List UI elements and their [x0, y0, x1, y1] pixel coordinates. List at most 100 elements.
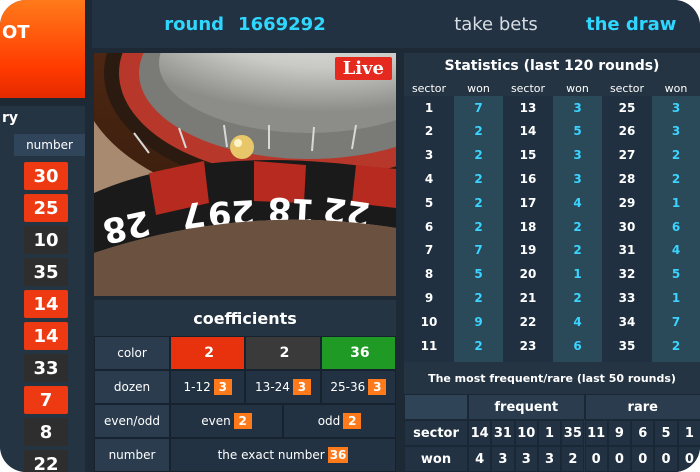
coef-row-label: even/odd — [94, 404, 170, 438]
rare-won: 0 — [654, 446, 678, 472]
statistics-won: 1 — [671, 290, 681, 305]
statistics-won: 9 — [474, 314, 483, 329]
coef-bet-option[interactable]: 25-36 3 — [320, 370, 396, 404]
coef-multiplier-badge: 36 — [350, 345, 370, 361]
statistics-won: 4 — [573, 314, 582, 329]
coef-multiplier-badge: 2 — [279, 345, 290, 361]
rare-header: rare — [584, 394, 700, 420]
coef-multiplier-badge: 2 — [233, 413, 252, 429]
statistics-header: won — [664, 81, 688, 95]
statistics-sector: 2 — [424, 124, 434, 139]
rare-won: 0 — [631, 446, 655, 472]
statistics-won: 3 — [671, 100, 681, 115]
coef-bet-option[interactable]: 2 — [170, 336, 246, 370]
statistics-won: 2 — [671, 338, 681, 353]
statistics-header: sector — [510, 81, 546, 95]
statistics-sector: 22 — [519, 314, 537, 329]
round-number: 1669292 — [238, 13, 326, 35]
coef-bet-option[interactable]: even 2 — [170, 404, 283, 438]
statistics-sector: 20 — [519, 267, 537, 282]
statistics-sector: 16 — [519, 171, 537, 186]
statistics-won: 2 — [474, 171, 483, 186]
statistics-header: sector — [609, 81, 645, 95]
coef-row-label: dozen — [94, 370, 170, 404]
statistics-won: 2 — [573, 219, 582, 234]
history-number: 22 — [24, 450, 68, 472]
statistics-won: 7 — [671, 314, 681, 329]
statistics-sector: 35 — [618, 338, 636, 353]
statistics-sector: 17 — [519, 195, 537, 210]
frequent-won: 4 — [468, 446, 492, 472]
statistics-won: 1 — [671, 195, 681, 210]
statistics-won: 1 — [573, 267, 582, 282]
coef-bet-option[interactable]: 13-24 3 — [245, 370, 321, 404]
history-number: 35 — [24, 258, 68, 286]
coef-bet-option[interactable]: 1-12 3 — [170, 370, 246, 404]
statistics-sector: 33 — [618, 290, 636, 305]
coef-multiplier-badge: 2 — [204, 345, 215, 361]
statistics-sector: 21 — [519, 290, 537, 305]
frequent-won: 2 — [561, 446, 585, 472]
rare-sector: 5 — [654, 420, 678, 446]
statistics-sector: 4 — [424, 171, 434, 186]
history-number-list: 30 25 10 35 14 14 33 7 8 22 — [24, 162, 68, 472]
statistics-won: 2 — [573, 290, 582, 305]
statistics-sector: 9 — [424, 290, 434, 305]
statistics-sector: 11 — [420, 338, 438, 353]
statistics-header: won — [566, 81, 589, 95]
coef-bet-option[interactable]: the exact number 36 — [170, 438, 396, 472]
history-number: 30 — [24, 162, 68, 190]
roulette-wheel-image: 28 7 29 18 22 — [94, 53, 396, 296]
coef-multiplier-badge: 3 — [213, 379, 232, 395]
live-video: 28 7 29 18 22 Live — [94, 53, 396, 296]
statistics-won: 5 — [573, 124, 582, 139]
coef-multiplier-badge: 3 — [368, 379, 387, 395]
statistics-sector: 3 — [424, 148, 434, 163]
statistics-sector: 23 — [519, 338, 537, 353]
statistics-won: 4 — [573, 195, 582, 210]
jackpot-label: OT — [2, 22, 30, 43]
history-panel: ry number 30 25 10 35 14 14 33 7 8 22 — [0, 106, 85, 472]
statistics-won: 2 — [474, 148, 483, 163]
frequent-won: 3 — [491, 446, 515, 472]
the-draw-tab[interactable]: the draw — [586, 0, 700, 48]
history-title: ry — [2, 110, 19, 126]
coef-bet-option[interactable]: 2 — [245, 336, 321, 370]
statistics-title: Statistics (last 120 rounds) — [444, 58, 660, 74]
statistics-sector: 32 — [618, 267, 636, 282]
statistics-won: 2 — [671, 148, 681, 163]
statistics-sector: 34 — [618, 314, 636, 329]
statistics-won: 2 — [474, 219, 483, 234]
round-indicator: round 1669292 — [92, 0, 398, 48]
rare-sector: 1 — [677, 420, 700, 446]
frequent-sector: 1 — [537, 420, 562, 446]
statistics-sector: 13 — [519, 100, 537, 115]
statistics-sector: 7 — [424, 243, 434, 258]
coefficients-panel: coefficients color 2 2 36 dozen 1-12 3 13-24 3 25… — [94, 300, 396, 472]
coef-row-label: color — [94, 336, 170, 370]
statistics-sector: 1 — [424, 100, 434, 115]
rare-sector: 9 — [607, 420, 632, 446]
statistics-won: 2 — [573, 243, 582, 258]
rare-sector: 6 — [631, 420, 655, 446]
statistics-won: 4 — [671, 243, 681, 258]
rare-won: 0 — [677, 446, 700, 472]
frequent-won: 3 — [537, 446, 562, 472]
statistics-won: 6 — [573, 338, 582, 353]
frequent-rare-panel: The most frequent/rare (last 50 rounds) … — [404, 362, 700, 472]
statistics-sector: 6 — [424, 219, 434, 234]
statistics-sector: 15 — [519, 148, 537, 163]
frequent-sector: 14 — [468, 420, 492, 446]
statistics-sector: 31 — [618, 243, 636, 258]
statistics-won: 5 — [474, 267, 483, 282]
coef-option-label: odd — [317, 414, 341, 428]
history-number: 33 — [24, 354, 68, 382]
coef-bet-option[interactable]: odd 2 — [283, 404, 396, 438]
statistics-won: 2 — [671, 171, 681, 186]
coef-bet-option[interactable]: 36 — [320, 336, 396, 370]
statistics-sector: 30 — [618, 219, 636, 234]
statistics-sector: 27 — [618, 148, 636, 163]
jackpot-banner: OT — [0, 0, 85, 98]
take-bets-tab[interactable]: take bets — [406, 0, 586, 48]
history-number: 14 — [24, 322, 68, 350]
